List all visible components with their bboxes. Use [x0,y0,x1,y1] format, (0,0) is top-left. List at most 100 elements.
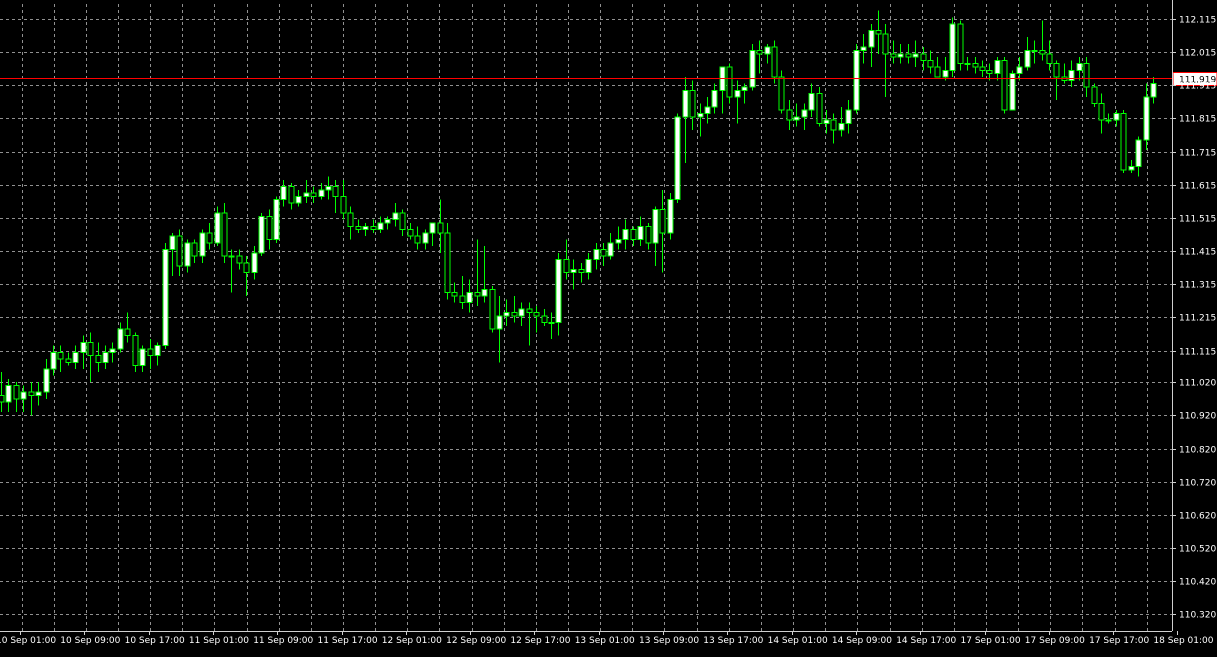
candle-body [578,268,585,274]
candle-body [533,312,540,317]
candle-body [392,212,399,221]
candle-body [422,232,429,244]
candle-body [734,89,741,98]
candle-body [637,225,644,241]
candle-body [585,258,592,274]
candle-body [310,192,317,197]
y-tick-label: 110.820 [1179,446,1216,456]
candle-body [882,33,889,55]
candle-body [13,385,20,400]
candle-body [162,248,169,347]
candle-body [266,215,273,241]
candle-body [905,53,912,58]
candle-body [667,199,674,234]
candle-body [109,348,116,353]
candle-body [652,209,659,244]
candle-body [87,341,94,357]
candle-body [1128,166,1135,171]
candle-body [1009,73,1016,111]
candle-body [853,49,860,111]
y-tick-label: 111.815 [1179,115,1216,125]
candle [749,43,756,91]
candle [444,222,451,300]
candle-body [169,235,176,250]
x-tick-label: 10 Sep 01:00 [0,636,56,646]
candle-body [325,185,332,191]
candle-body [399,212,406,231]
candle-body [786,109,793,121]
candle-body [35,391,42,396]
y-tick-label: 111.615 [1179,182,1216,192]
x-tick-label: 17 Sep 09:00 [1025,636,1085,646]
price-chart[interactable]: 111.919 112.115 112.015 111.915 111.815 111.… [0,0,1217,653]
candle-body [830,119,837,131]
candle-body [1031,49,1038,52]
x-tick-label: 11 Sep 01:00 [189,636,249,646]
candle-body [1098,103,1105,121]
candle-body [1016,66,1023,75]
candle-body [726,66,733,98]
candle [667,193,674,240]
candle-body [199,232,206,257]
candle-body [102,351,109,363]
candle-body [749,49,756,88]
candle-body [972,63,979,68]
candle-body [288,185,295,204]
candle-body [1091,86,1098,105]
candle-body [897,53,904,58]
candle-body [295,195,302,204]
candle-body [1001,59,1008,111]
candle [1009,70,1016,111]
candle-body [838,122,845,131]
candle-body [206,232,213,244]
candle-body [600,248,607,257]
candle-body [43,368,50,393]
y-tick-label: 111.315 [1179,281,1216,291]
candle-body [511,312,518,317]
candle-body [20,391,27,400]
candle-body [890,53,897,58]
candle-body [221,212,228,257]
candle-body [697,112,704,118]
candle-body [437,222,444,234]
candle-body [607,242,614,257]
candle-body [451,292,458,297]
candle-body [771,46,778,78]
candle [771,40,778,84]
y-tick-label: 112.115 [1179,16,1216,26]
y-tick-label: 111.215 [1179,314,1216,324]
chart-canvas[interactable]: 111.919 112.115112.015111.915111.815111.… [0,0,1217,653]
candle-body [711,89,718,108]
candle-body [555,258,562,323]
candle-body [994,59,1001,75]
y-tick-label: 111.915 [1179,82,1216,92]
candle-body [541,315,548,323]
candle [957,20,964,71]
y-tick-label: 111.715 [1179,149,1216,159]
candle-body [132,335,139,367]
candle-body [139,348,146,367]
candle-body [147,348,154,357]
candle-body [912,53,919,58]
candle-body [778,76,785,111]
candle-body [1039,49,1046,55]
candle-body [214,212,221,244]
y-tick-label: 110.520 [1179,545,1216,555]
candle-body [407,229,414,237]
candle-body [622,229,629,241]
x-tick-label: 17 Sep 01:00 [961,636,1021,646]
candle-body [65,358,72,363]
candle [1120,110,1127,174]
y-tick-label: 110.420 [1179,578,1216,588]
candle-body [384,219,391,224]
candle [949,17,956,77]
candle-body [563,258,570,274]
candle-body [816,93,823,124]
candle-body [459,295,466,304]
candle-body [741,86,748,91]
candle-body [593,248,600,260]
x-tick-label: 13 Sep 09:00 [639,636,699,646]
candle-body [28,391,35,396]
candle-body [823,119,830,124]
candle [162,242,169,350]
